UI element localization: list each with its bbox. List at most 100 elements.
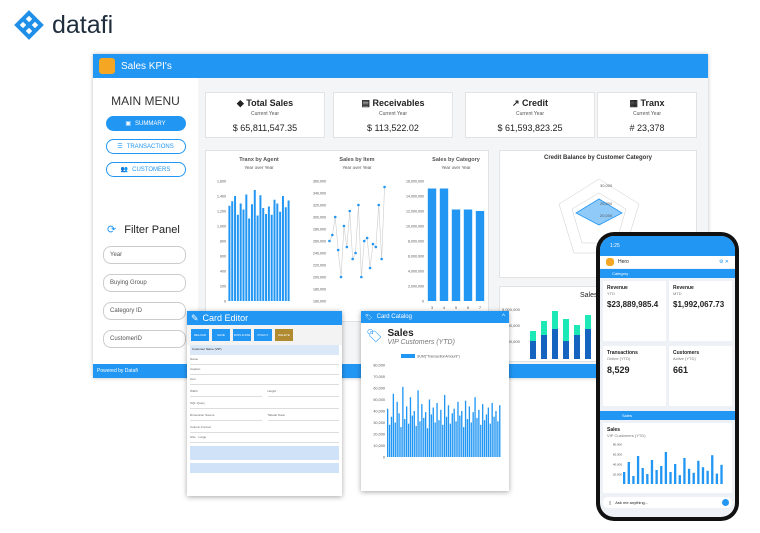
card-editor: ✎ Card Editor RELOAD SAVE DUPLICATE POLIC… xyxy=(187,311,342,496)
column-format-field[interactable]: Column Format xyxy=(190,425,339,433)
kpi-sub: Current Year xyxy=(632,111,662,117)
chart-bar xyxy=(495,411,497,457)
save-button[interactable]: SAVE xyxy=(212,329,230,341)
tick-label: 240,000 xyxy=(313,252,326,256)
phone-time: 1:25 xyxy=(610,243,620,249)
customers-icon: 👥 xyxy=(120,167,129,173)
collapse-icon[interactable]: ^ xyxy=(502,314,505,320)
delete-button[interactable]: DELETE xyxy=(275,329,293,341)
sales-section-bar[interactable]: Sales xyxy=(600,411,735,420)
height-field[interactable]: Height xyxy=(267,389,339,397)
catalog-titlebar: 🏷 Card Catalog ^ xyxy=(361,311,509,323)
size-field[interactable]: Size · Large xyxy=(190,435,339,443)
caption-field[interactable]: Caption xyxy=(190,367,339,375)
chart-point xyxy=(360,275,363,279)
tick-label: 60,000 xyxy=(613,453,623,457)
catalog-title: Card Catalog xyxy=(376,314,412,320)
phone-sales-card: Sales VIP Customers (YTD) 80,000 60,000 40… xyxy=(603,423,732,493)
chart-subtitle: Year over Year xyxy=(244,165,274,170)
sidebar: MAIN MENU ▣ SUMMARY ☰ TRANSACTIONS 👥 CUSTOM… xyxy=(93,78,198,364)
chart-bar xyxy=(430,414,433,457)
tick-label: 10,000 xyxy=(373,444,385,448)
kpi-tranx: ▦ Tranx Current Year # 23,378 xyxy=(597,92,697,138)
width-field[interactable]: Width xyxy=(190,389,262,397)
stacked-bar xyxy=(563,341,569,359)
phone-tile-revenue-ytd: Revenue YTD $23,889,985.4 xyxy=(603,281,666,341)
editor-toolbar: RELOAD SAVE DUPLICATE POLICY DELETE xyxy=(187,325,342,345)
tick-label: 6,000,000 xyxy=(408,255,424,259)
app-title: Sales KPI's xyxy=(121,60,172,72)
editor-titlebar: ✎ Card Editor xyxy=(187,311,342,325)
tick-label: 340,000 xyxy=(313,192,326,196)
dimension-source-field[interactable]: Dimension Source xyxy=(190,413,262,421)
customer-id-filter[interactable]: CustomerID xyxy=(103,330,186,348)
bookmark-icon[interactable]: ▯ xyxy=(609,500,611,505)
nav-summary-button[interactable]: ▣ SUMMARY xyxy=(105,116,186,131)
combo-row[interactable]: Customer Name (VIP) xyxy=(190,345,339,355)
chart-bar xyxy=(256,215,259,301)
sql-query-field[interactable]: SQL Query xyxy=(190,401,339,409)
tick-label: 20,000 xyxy=(613,473,623,477)
chart-point xyxy=(371,242,375,246)
chart-bar xyxy=(493,416,495,457)
category-id-filter[interactable]: Category ID xyxy=(103,302,186,320)
chart-bar xyxy=(273,199,276,301)
chart-line xyxy=(329,186,385,278)
chart-point xyxy=(377,203,381,207)
policy-button[interactable]: POLICY xyxy=(254,329,272,341)
nav-customers-button[interactable]: 👥 CUSTOMERS xyxy=(105,162,186,177)
table-row[interactable] xyxy=(190,463,339,473)
chart-bar xyxy=(413,411,415,457)
category-bar[interactable]: Category xyxy=(600,269,735,278)
chart-bar xyxy=(427,188,437,301)
chart-bar xyxy=(669,472,672,484)
tick-label: 800 xyxy=(220,240,226,244)
data-source-row[interactable] xyxy=(190,446,339,460)
buying-group-filter[interactable]: Buying Group xyxy=(103,274,186,292)
chart-title: Tranx by Agent xyxy=(239,157,279,163)
chart-point xyxy=(333,215,337,219)
chart-bar xyxy=(464,400,467,457)
chart-bar xyxy=(417,390,419,457)
chart-bar xyxy=(497,421,499,457)
refresh-icon[interactable]: ⟳ xyxy=(107,223,116,236)
tick-label: 260,000 xyxy=(313,240,326,244)
name-field[interactable]: Name xyxy=(190,357,339,365)
tick-label: 1,200 xyxy=(217,210,226,214)
tick-label: 1,000 xyxy=(217,225,226,229)
ring-label: 25,000 xyxy=(600,201,613,206)
duplicate-button[interactable]: DUPLICATE xyxy=(233,329,251,341)
settings-icon[interactable]: ⚙ ✕ xyxy=(719,259,729,265)
filter-label: Year xyxy=(110,252,123,258)
chart-bar xyxy=(491,402,493,457)
year-filter[interactable]: Year xyxy=(103,246,186,264)
chart-bar xyxy=(447,405,450,457)
tile-value: $23,889,985.4 xyxy=(607,300,659,309)
chart-bar xyxy=(687,468,691,484)
data-type-field[interactable]: Tabular Data xyxy=(267,413,339,421)
reload-button[interactable]: RELOAD xyxy=(191,329,209,341)
chart-bar xyxy=(466,419,469,457)
card-subtitle: VIP Customers (YTD) xyxy=(387,339,455,346)
ask-input[interactable]: ▯ Ask me anything... xyxy=(603,497,732,508)
card-catalog: 🏷 Card Catalog ^ 🏷 Sales VIP Customers (YT… xyxy=(361,311,509,491)
chart-bar xyxy=(627,462,630,484)
icon-field[interactable]: Icon xyxy=(190,377,339,385)
filter-label: Category ID xyxy=(110,308,143,314)
chart-bar xyxy=(701,467,705,484)
chart-bar xyxy=(231,201,234,301)
chart-point xyxy=(354,251,357,255)
chart-bar xyxy=(683,458,686,484)
chart-bar xyxy=(279,211,282,301)
chart-bar xyxy=(265,214,268,301)
tile-value: $1,992,067.73 xyxy=(673,300,725,309)
kpi-title: Total Sales xyxy=(246,98,294,108)
stacked-bar xyxy=(541,321,547,335)
tick-label: 320,000 xyxy=(313,204,326,208)
nav-transactions-button[interactable]: ☰ TRANSACTIONS xyxy=(105,139,186,154)
kpi-value: $ 65,811,547.35 xyxy=(232,123,298,133)
chart-bar xyxy=(451,413,453,457)
send-icon[interactable] xyxy=(722,499,729,506)
tile-sub: Online (YTD) xyxy=(607,356,631,361)
chart-bar xyxy=(455,421,457,457)
